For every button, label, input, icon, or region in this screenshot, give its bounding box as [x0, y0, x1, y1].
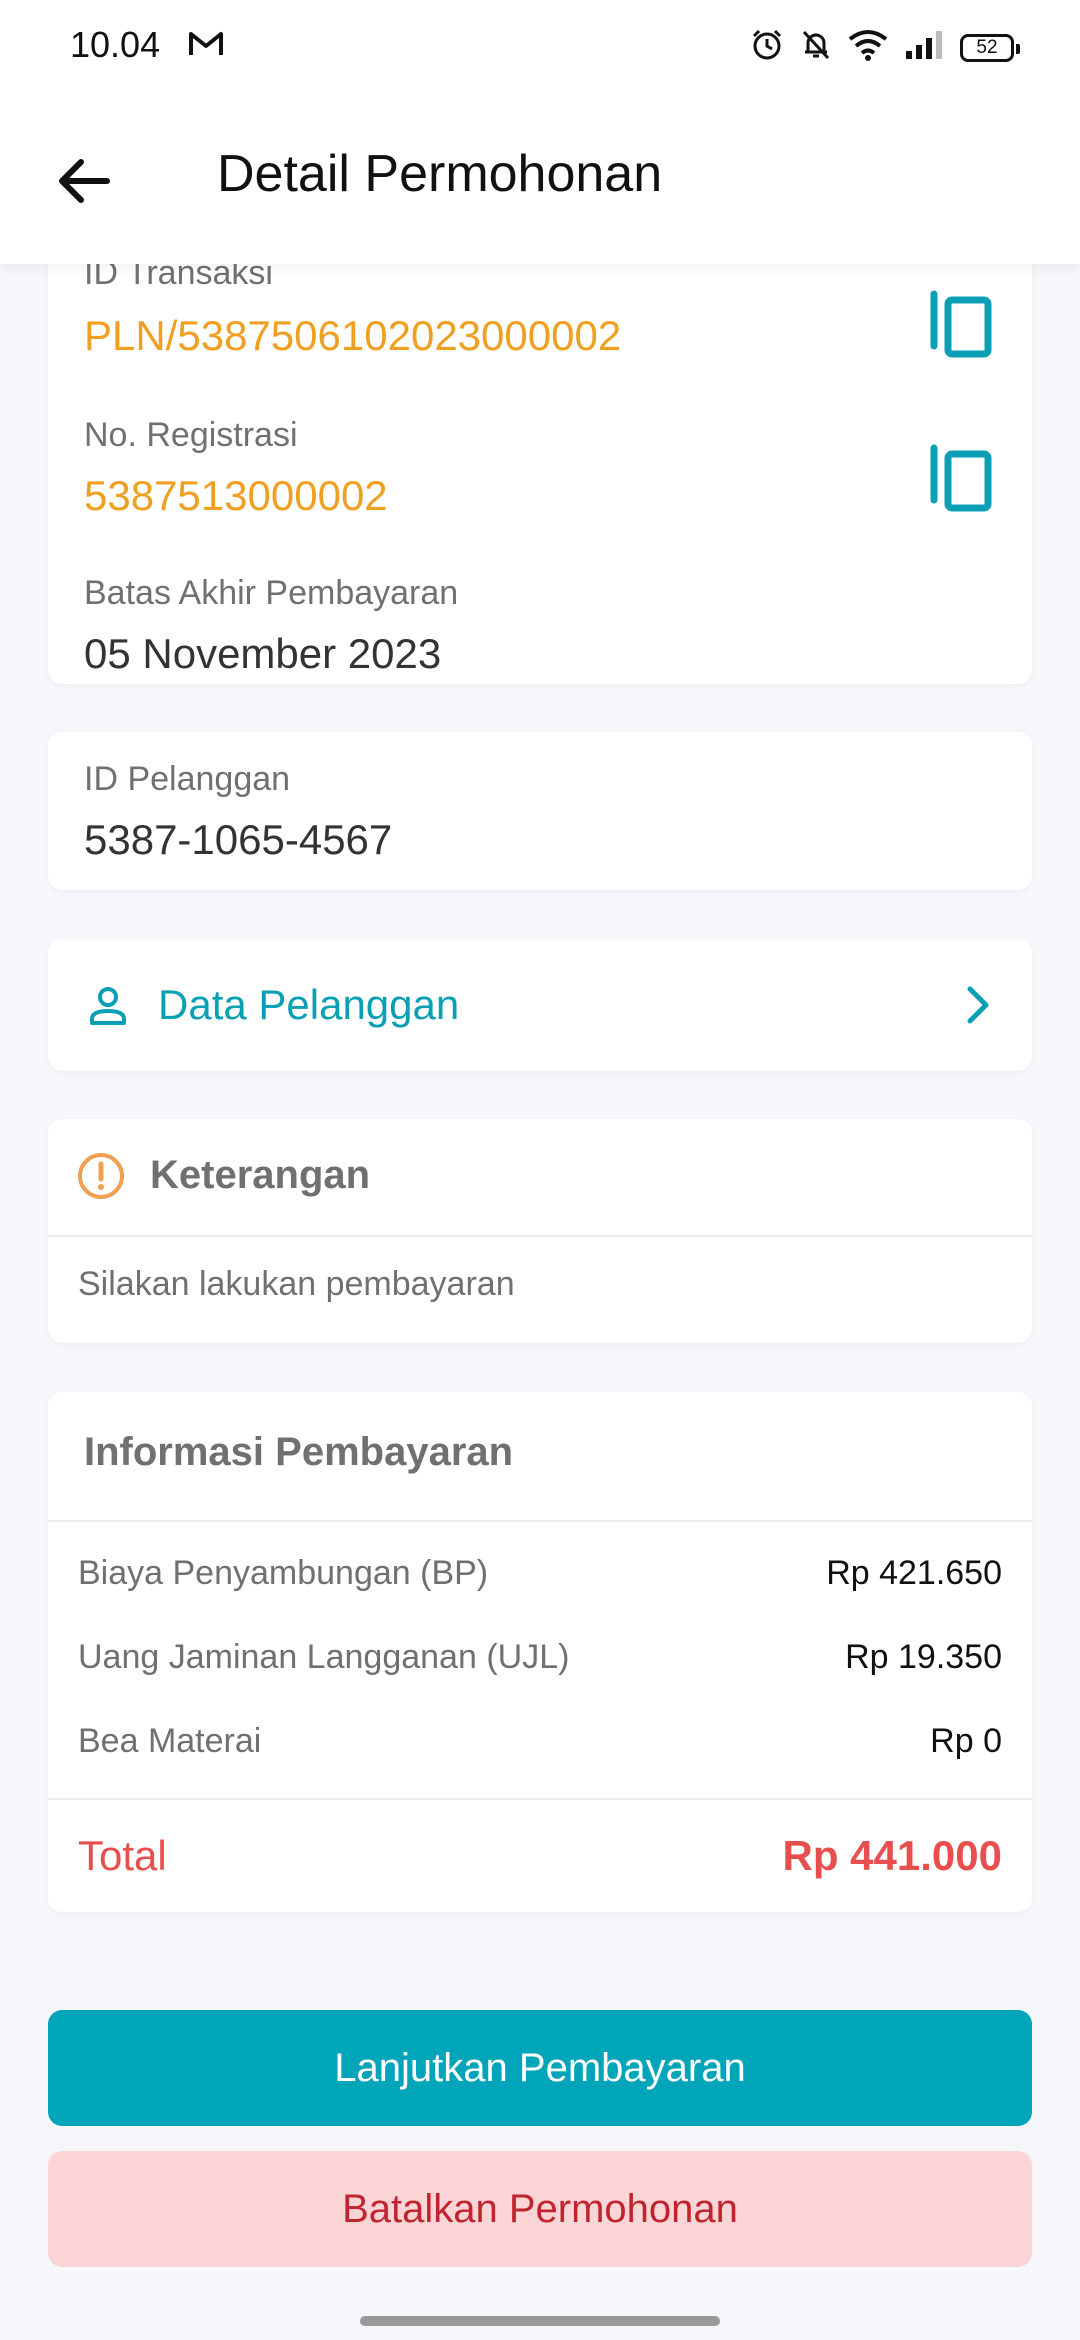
person-icon — [90, 987, 126, 1025]
payment-item-label: Uang Jaminan Langganan (UJL) — [78, 1638, 570, 1676]
payment-title: Informasi Pembayaran — [84, 1430, 514, 1474]
back-button[interactable] — [48, 146, 118, 216]
screen: 10.04 52 Detail Permohonan ID Transaksi … — [0, 0, 1080, 2340]
customer-id-card: ID Pelanggan 5387-1065-4567 — [48, 732, 1032, 890]
payment-divider-top — [48, 1520, 1032, 1522]
app-bar: Detail Permohonan — [0, 96, 1080, 264]
copy-icon — [930, 444, 992, 512]
wifi-icon — [848, 29, 888, 66]
warning-icon — [78, 1153, 124, 1199]
payment-row-materai: Bea Materai Rp 0 — [78, 1722, 1002, 1761]
customer-data-label: Data Pelanggan — [158, 981, 460, 1028]
customer-data-row[interactable]: Data Pelanggan — [48, 939, 1032, 1071]
mute-bell-icon — [800, 28, 832, 67]
customer-data-card[interactable]: Data Pelanggan — [48, 939, 1032, 1071]
status-icons: 52 — [750, 28, 1020, 67]
due-date-label: Batas Akhir Pembayaran — [84, 574, 459, 612]
note-card: Keterangan Silakan lakukan pembayaran — [48, 1119, 1032, 1343]
registration-label: No. Registrasi — [84, 416, 298, 454]
note-divider — [48, 1235, 1032, 1237]
status-bar: 10.04 52 — [0, 0, 1080, 96]
payment-item-value: Rp 421.650 — [826, 1554, 1002, 1592]
note-text: Silakan lakukan pembayaran — [78, 1265, 515, 1303]
note-title: Keterangan — [150, 1153, 371, 1197]
payment-item-label: Biaya Penyambungan (BP) — [78, 1554, 489, 1592]
payment-card: Informasi Pembayaran Biaya Penyambungan … — [48, 1392, 1032, 1912]
battery-icon: 52 — [960, 33, 1020, 62]
registration-value: 5387513000002 — [84, 472, 388, 519]
total-value: Rp 441.000 — [782, 1832, 1002, 1879]
payment-divider-bottom — [48, 1798, 1032, 1800]
customer-id-value: 5387-1065-4567 — [84, 816, 393, 863]
payment-item-value: Rp 0 — [930, 1722, 1002, 1760]
total-label: Total — [78, 1832, 167, 1879]
status-time: 10.04 — [70, 24, 161, 65]
signal-icon — [904, 29, 944, 66]
payment-item-value: Rp 19.350 — [845, 1638, 1002, 1676]
gmail-icon — [188, 30, 224, 63]
copy-icon — [930, 290, 992, 358]
payment-row-bp: Biaya Penyambungan (BP) Rp 421.650 — [78, 1554, 1002, 1593]
arrow-left-icon — [59, 159, 110, 203]
cancel-request-button[interactable]: Batalkan Permohonan — [48, 2151, 1032, 2267]
copy-registration-button[interactable] — [926, 440, 996, 520]
continue-payment-button[interactable]: Lanjutkan Pembayaran — [48, 2010, 1032, 2126]
customer-id-label: ID Pelanggan — [84, 760, 291, 798]
home-indicator[interactable] — [360, 2316, 720, 2326]
payment-item-label: Bea Materai — [78, 1722, 262, 1760]
transaction-id-value: PLN/5387506102023000002 — [84, 312, 622, 359]
chevron-right-icon — [967, 986, 989, 1024]
copy-transaction-id-button[interactable] — [926, 286, 996, 366]
due-date-value: 05 November 2023 — [84, 630, 442, 677]
alarm-icon — [750, 28, 784, 67]
payment-total-row: Total Rp 441.000 — [78, 1832, 1002, 1880]
payment-row-ujl: Uang Jaminan Langganan (UJL) Rp 19.350 — [78, 1638, 1002, 1677]
page-title: Detail Permohonan — [217, 145, 663, 203]
